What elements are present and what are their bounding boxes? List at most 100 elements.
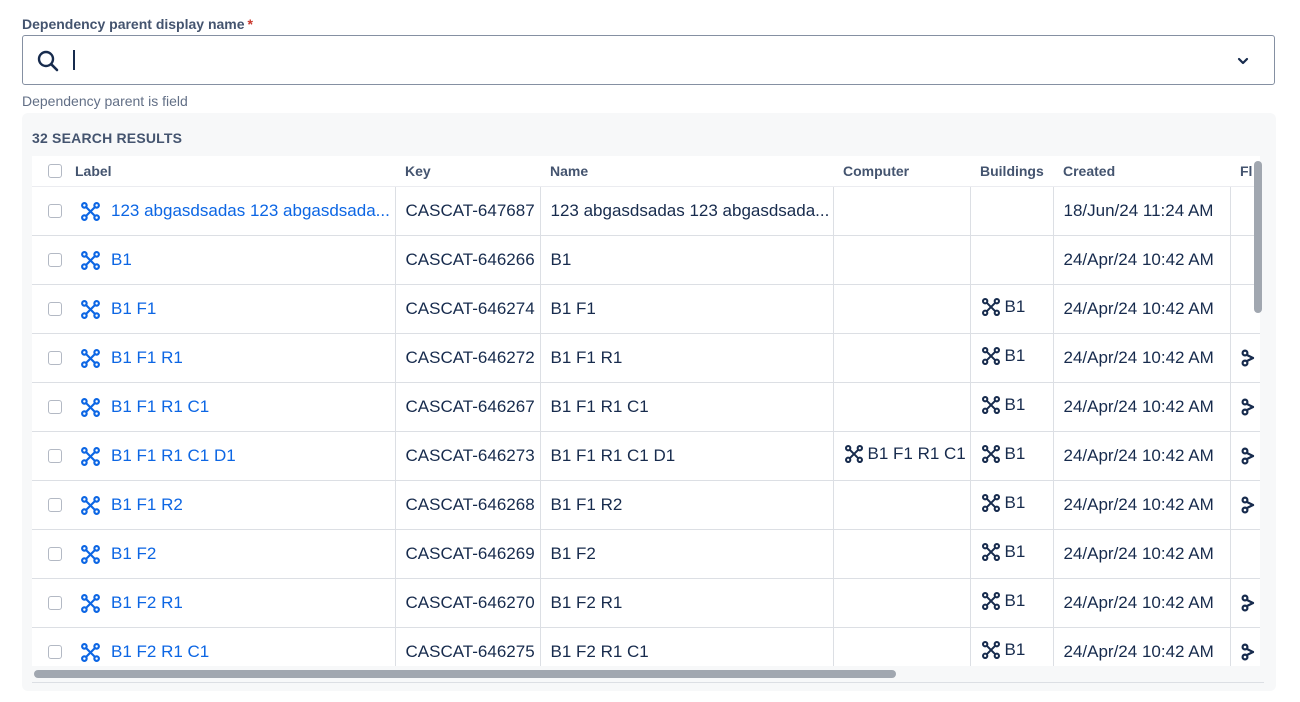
cell-created: 24/Apr/24 10:42 AM xyxy=(1052,627,1230,666)
row-checkbox[interactable] xyxy=(48,449,62,463)
buildings-reference[interactable]: B1 xyxy=(981,493,1025,513)
row-checkbox[interactable] xyxy=(48,302,62,316)
buildings-reference[interactable]: B1 xyxy=(981,297,1025,317)
column-header-key[interactable]: Key xyxy=(395,156,540,187)
row-checkbox[interactable] xyxy=(48,400,62,414)
table-row[interactable]: B1 F1 R1 C1 CASCAT-646267 B1 F1 R1 C1 B1 24/… xyxy=(32,382,1260,432)
cell-key: CASCAT-646273 xyxy=(394,431,540,481)
horizontal-scrollbar-thumb[interactable] xyxy=(34,670,896,678)
buildings-reference-label: B1 xyxy=(1004,541,1026,561)
object-node-icon xyxy=(1240,496,1254,514)
row-checkbox[interactable] xyxy=(48,596,62,610)
cell-name: 123 abgasdsadas 123 abgasdsada... xyxy=(539,186,833,236)
table-row[interactable]: B1 F2 R1 CASCAT-646270 B1 F2 R1 B1 24/Apr/24… xyxy=(32,578,1260,628)
row-checkbox[interactable] xyxy=(48,204,62,218)
row-checkbox[interactable] xyxy=(48,547,62,561)
cell-name: B1 F1 R1 C1 xyxy=(539,382,833,432)
object-link[interactable]: B1 F1 R2 xyxy=(111,495,183,515)
object-link[interactable]: B1 F1 R1 C1 xyxy=(111,397,209,417)
object-node-icon xyxy=(981,395,1000,414)
object-link[interactable]: B1 F1 R1 xyxy=(111,348,183,368)
buildings-reference[interactable]: B1 xyxy=(981,394,1026,415)
column-header-name[interactable]: Name xyxy=(540,156,833,187)
cell-created: 24/Apr/24 10:42 AM xyxy=(1052,578,1230,628)
cell-fl xyxy=(1229,529,1260,579)
cell-computer xyxy=(832,578,970,628)
table-row[interactable]: B1 F1 R2 CASCAT-646268 B1 F1 R2 B1 24/Apr/24… xyxy=(32,480,1260,530)
vertical-scrollbar-thumb[interactable] xyxy=(1254,161,1262,313)
search-input[interactable] xyxy=(69,46,1209,74)
divider xyxy=(32,682,1264,683)
object-node-icon xyxy=(981,346,1000,365)
cell-fl xyxy=(1229,333,1260,383)
cell-created: 24/Apr/24 10:42 AM xyxy=(1052,529,1230,579)
computer-reference-label: B1 F1 R1 C1 xyxy=(867,443,966,463)
cell-created: 24/Apr/24 10:42 AM xyxy=(1052,333,1230,383)
buildings-reference[interactable]: B1 xyxy=(981,444,1025,464)
cell-computer xyxy=(832,480,970,530)
column-header-label-text: Label xyxy=(75,163,112,179)
buildings-reference-label: B1 xyxy=(1004,639,1026,659)
column-header-label[interactable]: Label xyxy=(32,156,395,187)
object-node-icon xyxy=(1240,594,1254,612)
cell-buildings xyxy=(969,186,1053,236)
computer-reference[interactable]: B1 F1 R1 C1 xyxy=(844,444,966,464)
cell-key: CASCAT-646269 xyxy=(394,529,540,579)
object-node-icon xyxy=(981,493,1000,512)
column-header-buildings[interactable]: Buildings xyxy=(970,156,1053,187)
object-link[interactable]: 123 abgasdsadas 123 abgasdsada... xyxy=(111,201,390,221)
cell-buildings: B1 xyxy=(969,284,1053,334)
cell-fl xyxy=(1229,431,1260,481)
object-link[interactable]: B1 F2 R1 C1 xyxy=(111,642,209,662)
cell-buildings xyxy=(969,235,1053,285)
cell-created: 24/Apr/24 10:42 AM xyxy=(1052,235,1230,285)
object-link[interactable]: B1 F1 R1 C1 D1 xyxy=(111,446,236,466)
object-node-icon xyxy=(81,348,100,368)
select-all-checkbox[interactable] xyxy=(48,164,62,178)
chevron-down-icon[interactable] xyxy=(1236,54,1250,68)
cell-computer xyxy=(832,627,970,666)
cell-computer xyxy=(832,284,970,334)
object-node-icon xyxy=(81,299,100,319)
cell-created: 24/Apr/24 10:42 AM xyxy=(1052,431,1230,481)
cell-label: B1 F1 R2 xyxy=(32,480,395,530)
object-node-icon xyxy=(1240,447,1254,465)
buildings-reference[interactable]: B1 xyxy=(981,541,1026,562)
cell-label: B1 F1 R1 C1 xyxy=(32,382,395,432)
search-select[interactable] xyxy=(22,35,1275,85)
row-checkbox[interactable] xyxy=(48,351,62,365)
object-link[interactable]: B1 F2 R1 xyxy=(111,593,183,613)
buildings-reference-label: B1 xyxy=(1004,345,1026,365)
table-row[interactable]: B1 F1 R1 C1 D1 CASCAT-646273 B1 F1 R1 C1 D… xyxy=(32,431,1260,481)
cell-name: B1 F2 R1 xyxy=(539,578,833,628)
object-node-icon xyxy=(81,446,100,466)
column-header-created[interactable]: Created xyxy=(1053,156,1230,187)
table-row[interactable]: B1 CASCAT-646266 B1 24/Apr/24 10:42 AM xyxy=(32,235,1260,285)
object-link[interactable]: B1 F1 xyxy=(111,299,156,319)
cell-fl xyxy=(1229,480,1260,530)
table-row[interactable]: B1 F1 R1 CASCAT-646272 B1 F1 R1 B1 24/Apr/24… xyxy=(32,333,1260,383)
row-checkbox[interactable] xyxy=(48,498,62,512)
table-row[interactable]: B1 F1 CASCAT-646274 B1 F1 B1 24/Apr/24 10:42… xyxy=(32,284,1260,334)
row-checkbox[interactable] xyxy=(48,645,62,659)
cell-name: B1 F1 R1 C1 D1 xyxy=(539,431,833,481)
object-link[interactable]: B1 F2 xyxy=(111,544,156,564)
cell-computer xyxy=(832,382,970,432)
column-header-computer[interactable]: Computer xyxy=(833,156,970,187)
cell-label: B1 F2 xyxy=(32,529,395,579)
buildings-reference-label: B1 xyxy=(1004,394,1026,414)
object-link[interactable]: B1 xyxy=(111,250,132,270)
row-checkbox[interactable] xyxy=(48,253,62,267)
cell-name: B1 xyxy=(539,235,833,285)
buildings-reference[interactable]: B1 xyxy=(981,345,1026,366)
table-row[interactable]: 123 abgasdsadas 123 abgasdsada... CASCAT-… xyxy=(32,186,1260,236)
object-node-icon xyxy=(81,642,100,662)
cell-buildings: B1 xyxy=(969,627,1053,666)
buildings-reference[interactable]: B1 xyxy=(981,591,1025,611)
object-node-icon xyxy=(81,201,100,221)
buildings-reference[interactable]: B1 xyxy=(981,639,1026,660)
table-row[interactable]: B1 F2 R1 C1 CASCAT-646275 B1 F2 R1 C1 B1 24/… xyxy=(32,627,1260,666)
table-row[interactable]: B1 F2 CASCAT-646269 B1 F2 B1 24/Apr/24 10:42… xyxy=(32,529,1260,579)
cell-created: 24/Apr/24 10:42 AM xyxy=(1052,382,1230,432)
field-label-text: Dependency parent display name xyxy=(22,16,245,32)
